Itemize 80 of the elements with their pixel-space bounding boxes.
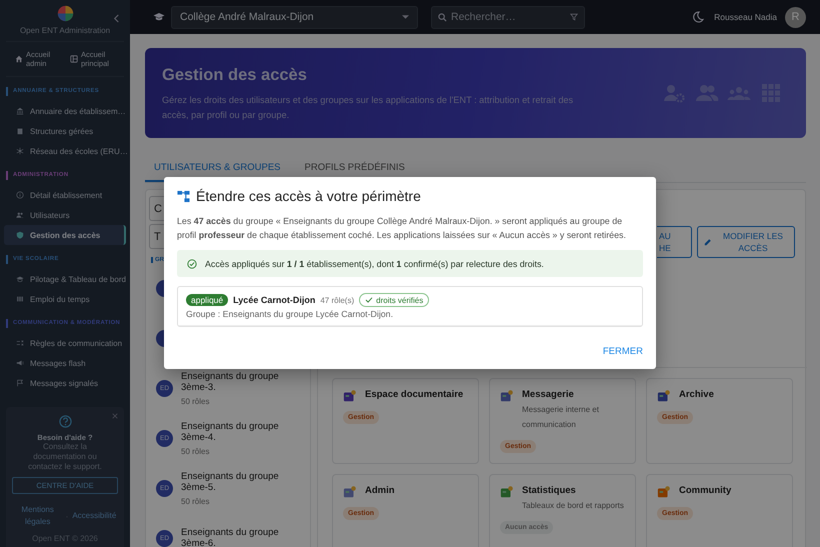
layout-icon [70,55,78,63]
nav-item[interactable]: Utilisateurs [0,205,126,225]
alert-text: Accès appliqués sur 1 / 1 établissement(s), dont 1 confirmé(s) par relecture des droits. [205,258,544,268]
accessibility-link[interactable]: Accessibilité [72,510,116,522]
nav-item[interactable]: Réseau des écoles (ERU… [0,141,126,161]
hierarchy-icon [177,190,190,202]
action-button[interactable]: AU HE [657,226,692,258]
app-icon [657,389,671,403]
building-icon [16,127,24,135]
help-icon [58,415,72,428]
nav-item[interactable]: Emploi du temps [0,289,126,309]
cap-icon [16,275,24,283]
school-select[interactable]: Collège André Malraux-Dijon [171,6,418,28]
flag-icon [16,379,24,387]
check-icon [365,297,374,303]
app-icon [657,485,671,499]
separator-dot: · [66,512,68,520]
app-icon [500,389,514,403]
app-icon [343,389,357,403]
search-input[interactable]: Rechercher… [451,11,566,23]
app-name: Espace documentaire [365,389,464,400]
group-text: Groupe : Enseignants du groupe Lycée Carnot-Dijon. [186,309,394,319]
app-name: Community [679,485,732,496]
house-icon [15,55,23,63]
legal-link[interactable]: Mentions légales [14,504,62,528]
role-count: 47 rôle(s) [320,296,354,304]
users-icon [16,211,24,219]
school-cap-icon [153,12,165,22]
app-description: Tableaux de bord et rapports [522,500,624,512]
app-title: Open ENT Administration [20,26,110,35]
group-name: Enseignants du groupe 3ème-6. [181,527,280,547]
megaphone-icon [16,359,24,367]
group-name: Enseignants du groupe 3ème-4. [181,420,280,442]
role-count: 50 rôles [181,496,210,506]
nav-item[interactable]: Règles de communication [0,333,126,353]
logo-icon [56,5,74,22]
app-icon [500,485,514,499]
columns-icon [16,295,24,303]
role-count: 50 rôles [181,446,210,456]
app-name: Admin [365,485,395,496]
nav-item[interactable]: Structures gérées [0,121,126,141]
network-icon [16,147,24,155]
nav-item[interactable]: Messages signalés [0,373,126,393]
search-bar[interactable]: Rechercher… [431,6,585,28]
rules-icon [16,339,24,347]
bank-icon [16,107,24,115]
nav-item[interactable]: Pilotage & Tableau de bord [0,269,126,289]
user-gear-icon [663,83,687,103]
two-users-icon [695,83,719,103]
dialog-message: Les 47 accès du groupe « Enseignants du groupe Collège André Malraux-Dijon. » seront appliqués au groupe de profil professeur de chaque établissement coché. Les applications laissées sur « Aucun accès » y seront retirées. [177,215,627,242]
school-name: Lycée Carnot-Dijon [233,295,316,305]
verified-chip: droits vérifiés [359,293,430,307]
nav-item[interactable]: Messages flash [0,353,126,373]
app-icon [343,485,357,499]
nav-item[interactable]: Détail établissement [0,185,126,205]
check-circle-icon [187,258,197,268]
page-title: Gestion des accès [162,66,308,85]
app-name: Archive [679,389,714,400]
pencil-icon [704,238,712,246]
moon-icon[interactable] [692,11,704,23]
edit-access-button[interactable]: MODIFIER LES ACCÈS [697,226,795,258]
shield-icon [16,231,24,239]
info-icon [16,191,24,199]
chevron-left-icon[interactable] [113,14,120,23]
group-name: Enseignants du groupe 3ème-5. [181,470,280,492]
close-button[interactable]: FERMER [602,344,643,359]
search-icon [438,12,447,22]
role-count: 50 rôles [181,396,210,406]
app-description: Messagerie interne et communication [522,404,600,431]
app-name: Statistiques [522,485,577,496]
dialog-title: Étendre ces accès à votre périmètre [196,188,421,204]
filter-icon[interactable] [570,13,578,21]
close-icon[interactable] [112,413,118,419]
caret-icon [402,15,409,19]
group-name: Enseignants du groupe 3ème-3. [181,370,280,392]
user-name: Rousseau Nadia [714,12,777,22]
nav-item[interactable]: Annuaire des établissem… [0,101,126,121]
status-badge: appliqué [186,294,228,306]
app-name: Messagerie [522,389,575,400]
nav-item[interactable]: Gestion des accès [4,225,126,245]
